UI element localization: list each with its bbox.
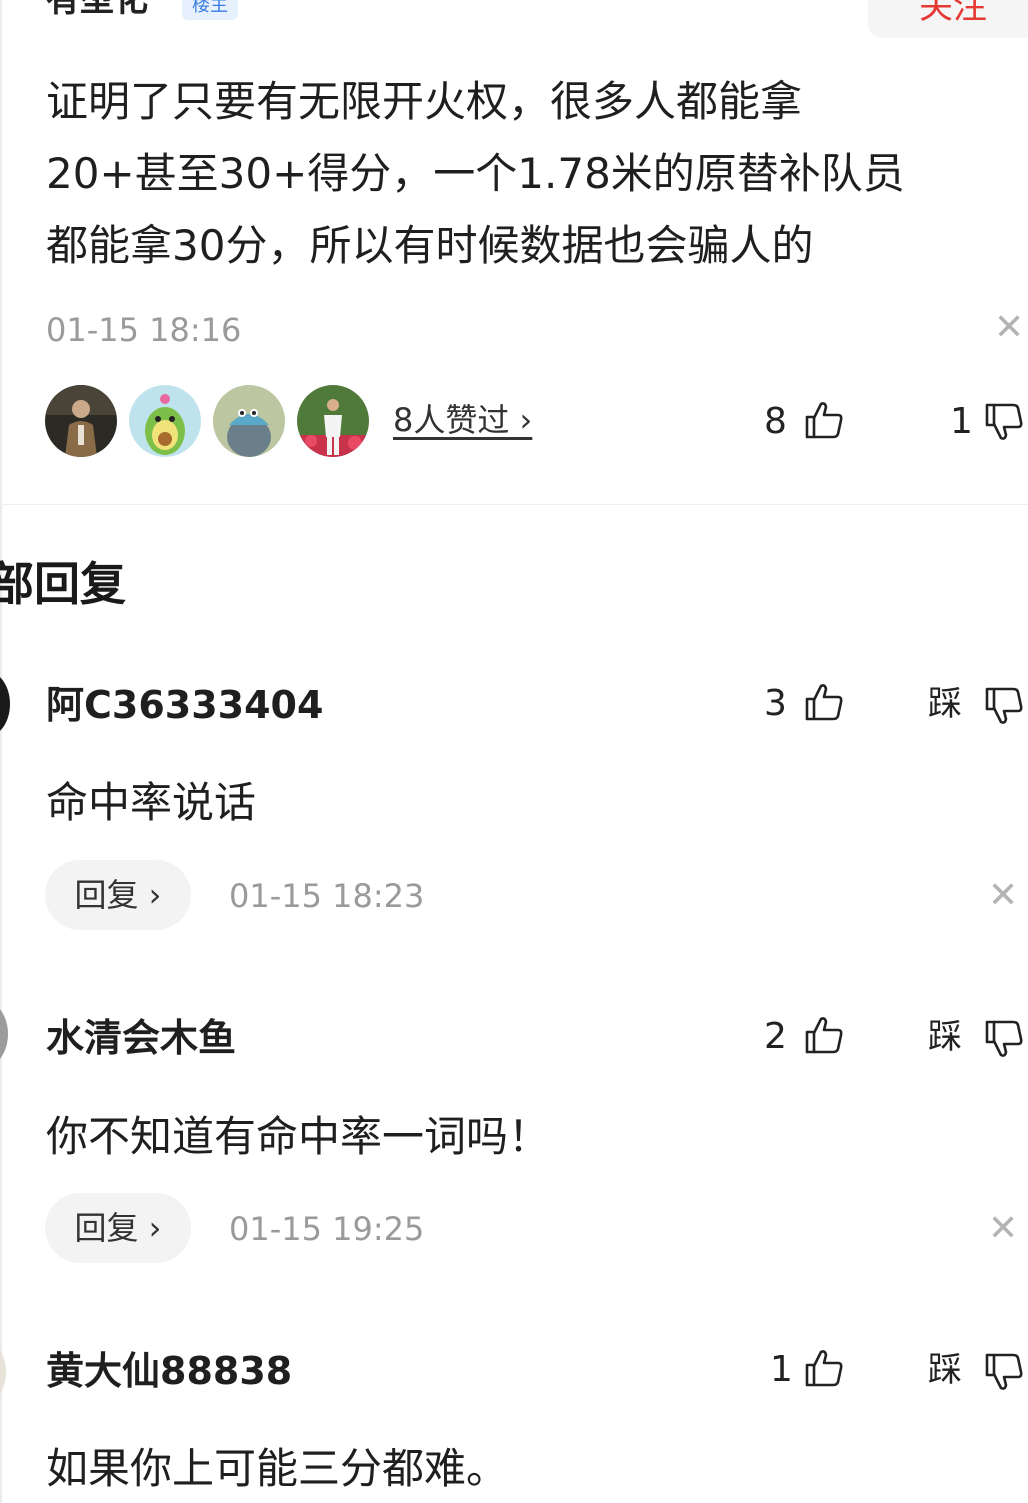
avatar[interactable] xyxy=(0,672,10,736)
close-icon[interactable]: ✕ xyxy=(988,1209,1018,1249)
reply-author-name[interactable]: 黄大仙88838 xyxy=(46,1348,292,1394)
like-count: 2 xyxy=(764,1016,787,1057)
dislike-label[interactable]: 踩 xyxy=(928,682,962,726)
replies-section-title: 部回复 xyxy=(0,557,126,611)
thumbs-down-icon[interactable] xyxy=(982,1350,1026,1398)
thumbs-down-icon[interactable] xyxy=(982,684,1026,732)
close-icon[interactable]: ✕ xyxy=(988,876,1018,916)
follow-button[interactable]: 关注 xyxy=(868,0,1028,38)
thumbs-down-icon[interactable] xyxy=(982,1017,1026,1065)
dislike-count: 1 xyxy=(950,401,973,442)
thumbs-down-icon[interactable] xyxy=(982,400,1026,448)
liker-avatar[interactable] xyxy=(129,385,201,457)
reply-author-name[interactable]: 阿C36333404 xyxy=(46,682,323,728)
dislike-label[interactable]: 踩 xyxy=(928,1015,962,1059)
like-count: 8 xyxy=(764,401,787,442)
thumbs-up-icon[interactable] xyxy=(802,1346,846,1394)
page-left-edge xyxy=(0,0,2,1503)
thumbs-up-icon[interactable] xyxy=(802,398,846,446)
owner-badge: 楼主 xyxy=(182,0,238,20)
close-icon[interactable]: ✕ xyxy=(994,308,1024,348)
like-count: 1 xyxy=(770,1349,793,1390)
thumbs-up-icon[interactable] xyxy=(802,680,846,728)
reply-body: 命中率说话 xyxy=(46,778,257,827)
reply-author-name[interactable]: 水清会木鱼 xyxy=(46,1015,236,1061)
reply-button[interactable]: 回复 › xyxy=(45,1193,191,1263)
likers-link[interactable]: 8人赞过 › xyxy=(393,400,532,440)
divider xyxy=(0,504,1028,505)
comment-timestamp: 01-15 18:16 xyxy=(46,311,242,349)
comment-author-name[interactable]: 有型化 xyxy=(46,0,148,22)
liker-avatar[interactable] xyxy=(213,385,285,457)
comment-body: 证明了只要有无限开火权，很多人都能拿 20+甚至30+得分，一个1.78米的原替… xyxy=(46,77,905,270)
reply-button[interactable]: 回复 › xyxy=(45,860,191,930)
avatar[interactable] xyxy=(0,1002,8,1066)
thumbs-up-icon[interactable] xyxy=(802,1013,846,1061)
reply-timestamp: 01-15 19:25 xyxy=(229,1210,425,1248)
liker-avatar[interactable] xyxy=(297,385,369,457)
like-count: 3 xyxy=(764,683,787,724)
reply-body: 你不知道有命中率一词吗！ xyxy=(46,1112,551,1161)
dislike-label[interactable]: 踩 xyxy=(928,1348,962,1392)
reply-body: 如果你上可能三分都难。 xyxy=(46,1444,509,1493)
reply-timestamp: 01-15 18:23 xyxy=(229,877,425,915)
liker-avatar[interactable] xyxy=(45,385,117,457)
